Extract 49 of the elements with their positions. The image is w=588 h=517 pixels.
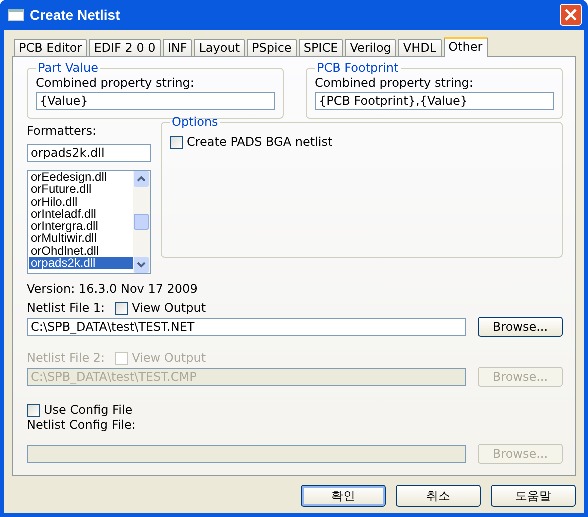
- field-label: Formatters:: [27, 123, 98, 140]
- checkbox[interactable]: [170, 136, 183, 148]
- checkbox-label: View Output: [132, 301, 206, 315]
- group-title: Part Value: [37, 61, 100, 75]
- tab[interactable]: VHDL: [398, 39, 442, 56]
- close-icon[interactable]: [565, 9, 577, 21]
- input-field[interactable]: {Value}: [36, 92, 275, 110]
- field-label: Combined property string:: [36, 75, 196, 92]
- field-label: Netlist File 1:: [27, 301, 106, 315]
- close-button[interactable]: [560, 4, 582, 26]
- tab[interactable]: INF: [162, 39, 192, 56]
- scrollbar[interactable]: [133, 171, 150, 273]
- window-title: Create Netlist: [30, 7, 122, 23]
- list-item[interactable]: orpads2k.dll: [29, 257, 133, 270]
- tab[interactable]: EDIF 2 0 0: [89, 39, 161, 56]
- window-icon: [8, 9, 24, 21]
- field-label: Combined property string:: [315, 75, 474, 92]
- tab[interactable]: SPICE: [298, 39, 344, 56]
- dialog-button[interactable]: 취소: [396, 485, 481, 507]
- list-item[interactable]: orInteladf.dll: [29, 208, 133, 220]
- browse-button[interactable]: Browse...: [478, 317, 563, 337]
- scroll-down-icon[interactable]: [134, 257, 149, 273]
- checkbox[interactable]: [115, 302, 128, 314]
- version-text: Version: 16.3.0 Nov 17 2009: [27, 282, 199, 296]
- tab[interactable]: Layout: [194, 39, 246, 56]
- list-item[interactable]: orOhdlnet.dll: [29, 244, 133, 258]
- checkbox-label: Create PADS BGA netlist: [187, 135, 333, 149]
- field-label: Netlist Config File:: [27, 417, 137, 434]
- scroll-thumb[interactable]: [134, 214, 149, 230]
- checkbox-label: View Output: [132, 351, 206, 365]
- input-field[interactable]: C:\SPB_DATA\test\TEST.NET: [27, 318, 466, 336]
- tab[interactable]: PSpice: [247, 39, 297, 56]
- list-item[interactable]: orEedesign.dll: [29, 171, 133, 184]
- dialog-button[interactable]: 확인: [301, 485, 386, 507]
- field-label: Netlist File 2:: [27, 351, 106, 365]
- checkbox-label: Use Config File: [44, 403, 133, 417]
- input-field[interactable]: orpads2k.dll: [27, 144, 151, 162]
- scroll-up-icon[interactable]: [134, 171, 149, 187]
- group-title: Options: [171, 115, 220, 129]
- dialog-button[interactable]: 도움말: [491, 485, 576, 507]
- list-item[interactable]: orHilo.dll: [29, 196, 133, 208]
- group-title: PCB Footprint: [316, 61, 400, 75]
- tab[interactable]: Other: [444, 37, 488, 57]
- tab[interactable]: PCB Editor: [14, 39, 88, 56]
- input-field[interactable]: {PCB Footprint},{Value}: [315, 92, 554, 110]
- tab[interactable]: Verilog: [345, 39, 396, 56]
- list-item[interactable]: orMultiwir.dll: [29, 232, 133, 245]
- list-item[interactable]: orIntergra.dll: [29, 220, 133, 232]
- list-item[interactable]: orFuture.dll: [29, 183, 133, 196]
